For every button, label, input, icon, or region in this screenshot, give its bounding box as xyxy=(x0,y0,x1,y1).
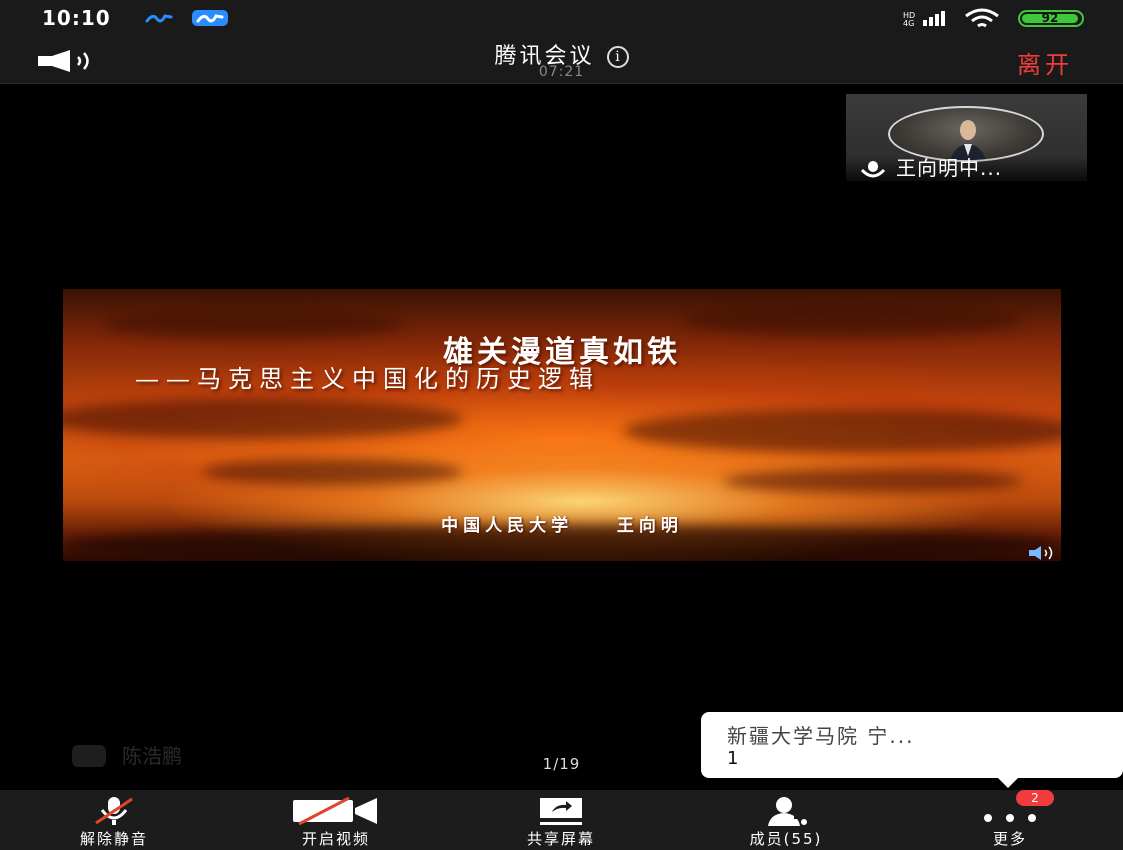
status-bar: 10:10 HD 4G 92 xyxy=(0,0,1123,36)
notification-message: 1 xyxy=(727,748,739,769)
leave-button[interactable]: 离开 xyxy=(1017,45,1073,80)
meeting-header: 腾讯会议 i 07:21 离开 xyxy=(0,36,1123,84)
members-button[interactable]: 成员(55) xyxy=(716,790,856,850)
signal-icon: HD 4G xyxy=(903,11,945,26)
more-button[interactable]: 更多 xyxy=(940,790,1080,850)
members-label: 成员(55) xyxy=(749,830,823,848)
microphone-icon xyxy=(860,161,886,178)
battery-level: 92 xyxy=(1022,12,1078,24)
svg-text:4G: 4G xyxy=(903,19,914,26)
slide-cloud xyxy=(63,399,463,439)
members-icon xyxy=(768,797,807,826)
wifi-icon xyxy=(965,8,999,28)
slide-subtitle: ——马克思主义中国化的历史逻辑 xyxy=(135,365,600,393)
notification-sender: 新疆大学马院 宁... xyxy=(727,724,915,748)
start-video-label: 开启视频 xyxy=(301,830,370,848)
status-time: 10:10 xyxy=(42,6,111,30)
muted-microphone-icon xyxy=(95,797,133,825)
slide-cloud xyxy=(203,459,463,485)
shared-slide[interactable]: 雄关漫道真如铁 ——马克思主义中国化的历史逻辑 中国人民大学 王向明 xyxy=(63,289,1061,561)
notification-pointer xyxy=(996,776,1020,788)
meeting-timer: 07:21 xyxy=(538,64,585,80)
chat-notification[interactable]: 新疆大学马院 宁... 1 xyxy=(701,712,1123,778)
share-screen-icon xyxy=(540,798,582,825)
messenger-app-icon-active xyxy=(192,10,228,26)
share-screen-button[interactable]: 共享屏幕 xyxy=(491,790,631,850)
unmute-button[interactable]: 解除静音 xyxy=(44,790,184,850)
battery-icon: 92 xyxy=(1018,10,1084,27)
slide-cloud xyxy=(623,409,1061,453)
bottom-toolbar: 解除静音 开启视频 共享屏幕 成员(55) 更多 xyxy=(0,790,1123,850)
slide-author: 中国人民大学 王向明 xyxy=(441,516,683,536)
messenger-app-icon xyxy=(145,10,173,26)
participant-name: 王向明中... xyxy=(896,156,1003,180)
start-video-button[interactable]: 开启视频 xyxy=(266,790,406,850)
more-notification-badge: 2 xyxy=(1016,790,1054,806)
video-off-icon xyxy=(293,796,377,826)
slide-cloud xyxy=(723,469,1023,493)
share-screen-label: 共享屏幕 xyxy=(526,830,595,848)
more-label: 更多 xyxy=(992,830,1027,848)
participant-avatar xyxy=(888,106,1044,162)
unmute-label: 解除静音 xyxy=(79,830,148,848)
slide-audio-icon xyxy=(1029,546,1053,560)
